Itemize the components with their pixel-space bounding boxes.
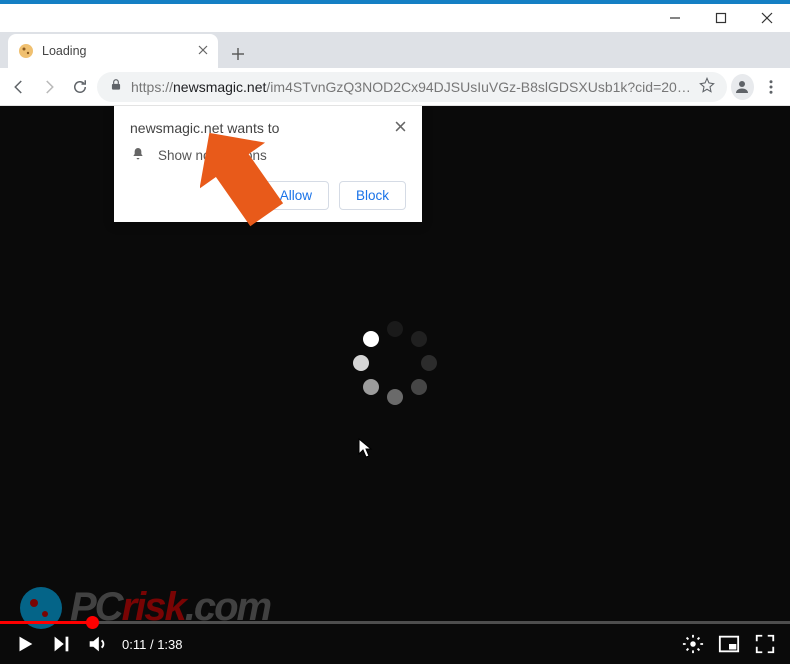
spinner-dot-icon	[421, 355, 437, 371]
tab-strip: Loading	[0, 32, 790, 68]
tab-close-button[interactable]	[198, 44, 208, 58]
volume-button[interactable]	[86, 633, 108, 655]
miniplayer-button[interactable]	[718, 633, 740, 655]
window-minimize-button[interactable]	[652, 4, 698, 32]
url-scheme: https://	[131, 79, 173, 95]
browser-menu-button[interactable]	[758, 72, 784, 102]
next-button[interactable]	[50, 633, 72, 655]
spinner-dot-icon	[411, 379, 427, 395]
spinner-dot-icon	[363, 331, 379, 347]
spinner-dot-icon	[387, 389, 403, 405]
video-controls: 0:11 / 1:38	[0, 624, 790, 664]
notification-permission-popup: newsmagic.net wants to Show notification…	[114, 106, 422, 222]
spinner-dot-icon	[411, 331, 427, 347]
tab-title: Loading	[42, 44, 190, 58]
play-button[interactable]	[14, 633, 36, 655]
profile-avatar-button[interactable]	[731, 74, 754, 100]
bookmark-star-icon[interactable]	[699, 77, 715, 96]
browser-toolbar: https://newsmagic.net/im4STvnGzQ3NOD2Cx9…	[0, 68, 790, 106]
address-bar[interactable]: https://newsmagic.net/im4STvnGzQ3NOD2Cx9…	[97, 72, 727, 102]
browser-tab[interactable]: Loading	[8, 34, 218, 68]
spinner-dot-icon	[387, 321, 403, 337]
video-time-total: 1:38	[157, 637, 182, 652]
video-time-sep: /	[146, 637, 157, 652]
bell-icon	[130, 146, 146, 165]
block-button[interactable]: Block	[339, 181, 406, 210]
popup-title: newsmagic.net wants to	[130, 120, 279, 136]
tab-favicon-icon	[18, 43, 34, 59]
loading-spinner-icon	[349, 317, 441, 409]
window-close-button[interactable]	[744, 4, 790, 32]
mouse-cursor-icon	[358, 438, 374, 463]
page-content: newsmagic.net wants to Show notification…	[0, 106, 790, 664]
new-tab-button[interactable]	[224, 40, 252, 68]
spinner-dot-icon	[353, 355, 369, 371]
video-time: 0:11 / 1:38	[122, 637, 183, 652]
nav-forward-button[interactable]	[36, 72, 62, 102]
allow-button[interactable]: Allow	[263, 181, 329, 210]
window-maximize-button[interactable]	[698, 4, 744, 32]
settings-button[interactable]	[682, 633, 704, 655]
nav-reload-button[interactable]	[67, 72, 93, 102]
popup-close-button[interactable]	[395, 120, 406, 135]
window-titlebar	[0, 0, 790, 32]
nav-back-button[interactable]	[6, 72, 32, 102]
lock-icon	[109, 78, 123, 95]
popup-permission-row: Show notifications	[130, 146, 406, 165]
url-path: /im4STvnGzQ3NOD2Cx94DJSUsIuVGz-B8slGDSXU…	[266, 79, 690, 95]
url-text: https://newsmagic.net/im4STvnGzQ3NOD2Cx9…	[131, 79, 691, 95]
popup-permission-label: Show notifications	[158, 148, 267, 163]
spinner-dot-icon	[363, 379, 379, 395]
url-host: newsmagic.net	[173, 79, 266, 95]
video-time-current: 0:11	[122, 637, 146, 652]
fullscreen-button[interactable]	[754, 633, 776, 655]
